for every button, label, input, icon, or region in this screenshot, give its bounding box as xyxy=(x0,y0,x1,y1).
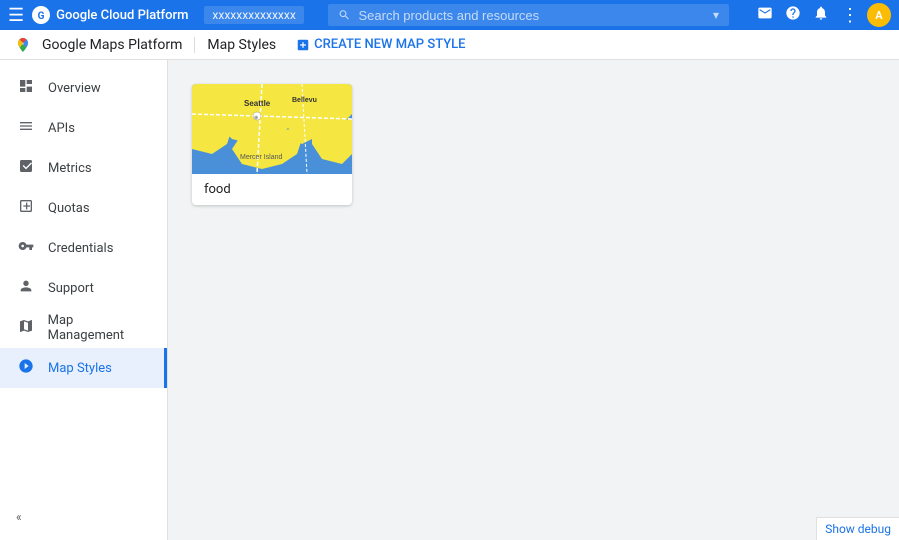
search-icon xyxy=(338,8,351,22)
search-input[interactable] xyxy=(358,8,704,23)
support-icon xyxy=(16,278,36,298)
svg-text:Seattle: Seattle xyxy=(244,99,271,108)
overview-icon xyxy=(16,78,36,98)
search-dropdown-icon[interactable]: ▾ xyxy=(713,8,719,22)
more-icon[interactable]: ⋮ xyxy=(837,3,863,28)
svg-text:⊕: ⊕ xyxy=(254,115,258,121)
sidebar-item-metrics[interactable]: Metrics xyxy=(0,148,167,188)
sidebar-label-apis: APIs xyxy=(48,121,75,136)
layout: Overview APIs Metrics Quotas xyxy=(0,60,899,540)
show-debug-link[interactable]: Show debug xyxy=(816,517,899,540)
map-thumbnail: Seattle Bellevu ⊕ Mercer Island xyxy=(192,84,352,174)
sub-topbar: Google Maps Platform Map Styles CREATE N… xyxy=(0,30,899,60)
google-cloud-icon: G xyxy=(32,6,50,24)
sidebar-label-overview: Overview xyxy=(48,81,101,96)
sidebar-item-quotas[interactable]: Quotas xyxy=(0,188,167,228)
create-new-map-style-button[interactable]: CREATE NEW MAP STYLE xyxy=(296,37,465,52)
svg-text:Bellevu: Bellevu xyxy=(292,97,317,104)
credentials-icon xyxy=(16,238,36,258)
avatar[interactable]: A xyxy=(867,3,891,27)
svg-text:Mercer Island: Mercer Island xyxy=(240,154,283,161)
create-map-style-label: CREATE NEW MAP STYLE xyxy=(314,37,465,52)
topbar-divider xyxy=(194,37,195,53)
sidebar: Overview APIs Metrics Quotas xyxy=(0,60,168,540)
maps-logo xyxy=(12,34,34,56)
apis-icon xyxy=(16,118,36,138)
map-style-card-food[interactable]: Seattle Bellevu ⊕ Mercer Island food xyxy=(192,84,352,205)
sidebar-label-quotas: Quotas xyxy=(48,201,90,216)
sub-topbar-section: Map Styles xyxy=(207,37,276,53)
sidebar-bottom: « xyxy=(0,494,167,540)
notification-icon[interactable] xyxy=(809,3,833,27)
sidebar-item-support[interactable]: Support xyxy=(0,268,167,308)
sidebar-label-metrics: Metrics xyxy=(48,161,92,176)
svg-text:G: G xyxy=(38,11,45,22)
sidebar-item-apis[interactable]: APIs xyxy=(0,108,167,148)
quotas-icon xyxy=(16,198,36,218)
menu-icon[interactable]: ☰ xyxy=(8,5,24,26)
topbar-project[interactable]: xxxxxxxxxxxxxx xyxy=(204,6,303,24)
plus-icon xyxy=(296,38,310,52)
search-bar[interactable]: ▾ xyxy=(328,4,729,26)
sidebar-item-map-management[interactable]: Map Management xyxy=(0,308,167,348)
sidebar-item-credentials[interactable]: Credentials xyxy=(0,228,167,268)
topbar-icons: ⋮ A xyxy=(753,3,891,28)
sidebar-label-credentials: Credentials xyxy=(48,241,113,256)
sub-topbar-title: Google Maps Platform xyxy=(42,37,182,53)
collapse-button[interactable]: « xyxy=(8,502,159,532)
main-content: Seattle Bellevu ⊕ Mercer Island food xyxy=(168,60,899,540)
metrics-icon xyxy=(16,158,36,178)
map-styles-icon xyxy=(16,358,36,378)
sidebar-label-map-management: Map Management xyxy=(48,313,151,343)
sidebar-nav: Overview APIs Metrics Quotas xyxy=(0,68,167,388)
sidebar-label-map-styles: Map Styles xyxy=(48,361,112,376)
topbar: ☰ G Google Cloud Platform xxxxxxxxxxxxxx… xyxy=(0,0,899,30)
topbar-title: Google Cloud Platform xyxy=(56,8,188,23)
sidebar-label-support: Support xyxy=(48,281,94,296)
sidebar-item-overview[interactable]: Overview xyxy=(0,68,167,108)
sidebar-item-map-styles[interactable]: Map Styles xyxy=(0,348,167,388)
topbar-logo: G Google Cloud Platform xyxy=(32,6,188,24)
map-style-label: food xyxy=(192,174,352,205)
map-thumbnail-svg: Seattle Bellevu ⊕ Mercer Island xyxy=(192,84,352,174)
email-icon[interactable] xyxy=(753,3,777,27)
map-management-icon xyxy=(16,318,36,338)
help-icon[interactable] xyxy=(781,3,805,27)
